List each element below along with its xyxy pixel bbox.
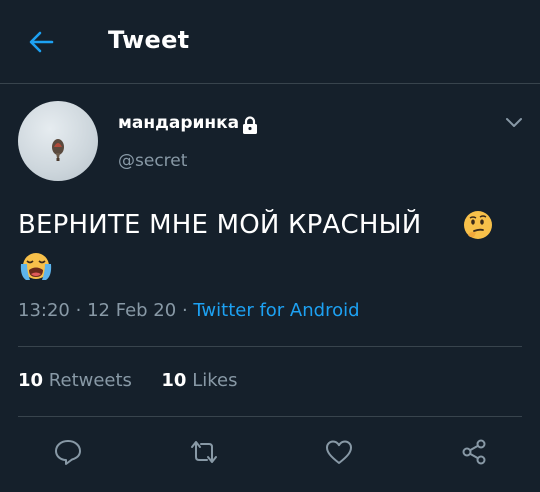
likes-label: Likes: [192, 370, 238, 391]
tweet-text: ВЕРНИТЕ МНЕ МОЙ КРАСНЫЙ: [18, 210, 422, 240]
retweets-count: 10: [18, 370, 44, 391]
tweet-source-link[interactable]: Twitter for Android: [193, 300, 359, 321]
divider: [18, 346, 522, 347]
heart-icon[interactable]: [324, 437, 354, 467]
user-handle[interactable]: @secret: [118, 151, 187, 171]
display-name[interactable]: мандаринка: [118, 113, 239, 133]
chevron-down-icon[interactable]: [504, 114, 524, 132]
top-bar: Tweet: [0, 0, 540, 84]
avatar[interactable]: [18, 101, 98, 181]
loudly-crying-face-emoji: [20, 253, 52, 280]
retweet-icon[interactable]: [189, 437, 219, 467]
meta-separator: ·: [75, 300, 82, 321]
hot-air-balloon-icon: [52, 139, 64, 161]
lock-icon: [243, 116, 257, 134]
retweets-stat[interactable]: 10 Retweets: [18, 370, 132, 391]
arrow-left-icon[interactable]: [26, 27, 56, 57]
page-title: Tweet: [108, 26, 190, 54]
reply-icon[interactable]: [53, 437, 83, 467]
tweet-time: 13:20: [18, 300, 70, 321]
divider: [18, 416, 522, 417]
retweets-label: Retweets: [48, 370, 132, 391]
share-icon[interactable]: [459, 437, 489, 467]
tweet-stats: 10 Retweets 10 Likes: [18, 370, 237, 391]
likes-count: 10: [161, 370, 187, 391]
tweet-date: 12 Feb 20: [87, 300, 177, 321]
thinking-face-emoji: [464, 211, 492, 239]
likes-stat[interactable]: 10 Likes: [161, 370, 237, 391]
tweet-meta: 13:20 · 12 Feb 20 · Twitter for Android: [18, 300, 360, 321]
meta-separator: ·: [181, 300, 188, 321]
